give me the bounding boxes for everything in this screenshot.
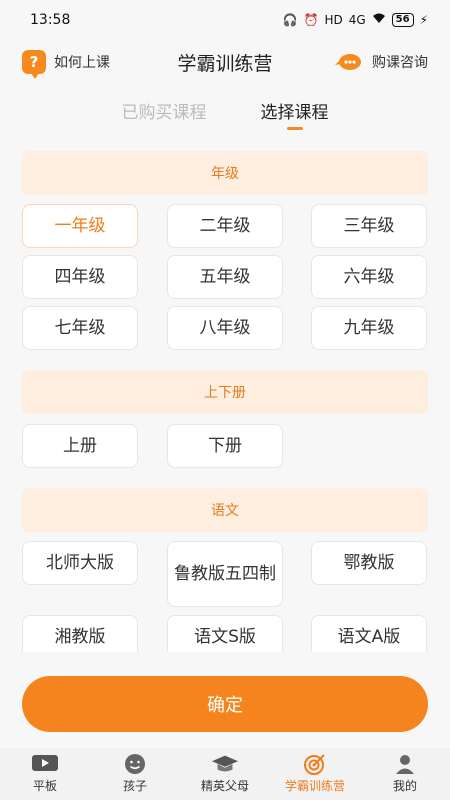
nav-item-tablet[interactable]: 平板	[0, 748, 90, 800]
nav-label: 精英父母	[200, 779, 249, 793]
status-bar: 13:58 🎧 ⏰ HD 4G 56 ⚡	[0, 0, 450, 40]
tab-purchased-label: 已购买课程	[121, 103, 207, 123]
grade-option[interactable]: 八年级	[167, 306, 283, 350]
course-tabs: 已购买课程 选择课程	[0, 94, 450, 134]
grade-option[interactable]: 七年级	[22, 306, 138, 350]
grade-option[interactable]: 九年级	[311, 306, 427, 350]
tab-purchased[interactable]: 已购买课程	[122, 94, 207, 134]
edition-option[interactable]: 语文S版	[167, 615, 283, 652]
network-type: HD	[324, 13, 343, 27]
grade-option[interactable]: 二年级	[167, 204, 283, 248]
alarm-icon: ⏰	[303, 13, 319, 27]
headphone-icon: 🎧	[282, 13, 298, 27]
status-time: 13:58	[30, 12, 71, 28]
edition-option[interactable]: 鄂教版	[311, 541, 427, 585]
charging-icon: ⚡	[419, 13, 428, 27]
volume-section-title: 上下册	[204, 385, 246, 401]
purchase-consult-label: 购课咨询	[372, 55, 428, 71]
signal-label: 4G	[348, 13, 366, 27]
volume-option[interactable]: 上册	[22, 424, 138, 468]
bottom-nav: 平板 孩子 精英父母 学霸训练营 我的	[0, 748, 450, 800]
battery-icon: 56	[391, 13, 414, 27]
nav-item-training-camp[interactable]: 学霸训练营	[270, 748, 360, 800]
volume-section-header: 上下册	[22, 370, 428, 414]
grade-option[interactable]: 三年级	[311, 204, 427, 248]
status-indicators: 🎧 ⏰ HD 4G 56 ⚡	[283, 13, 428, 27]
nav-label: 学霸训练营	[284, 779, 345, 793]
wifi-icon	[372, 13, 386, 27]
nav-item-elite-parents[interactable]: 精英父母	[180, 748, 270, 800]
nav-label: 平板	[32, 779, 57, 793]
edition-option[interactable]: 鲁教版五四制	[167, 541, 283, 607]
tab-select-course[interactable]: 选择课程	[261, 94, 329, 134]
nav-label: 我的	[392, 779, 417, 793]
target-icon	[301, 753, 329, 775]
tab-select-course-label: 选择课程	[260, 103, 329, 123]
play-icon	[31, 753, 59, 775]
chinese-section-title: 语文	[211, 503, 239, 519]
edition-option[interactable]: 北师大版	[22, 541, 138, 585]
volume-option[interactable]: 下册	[167, 424, 283, 468]
grade-option[interactable]: 五年级	[167, 255, 283, 299]
chinese-section-header: 语文	[22, 488, 428, 532]
grade-option[interactable]: 四年级	[22, 255, 138, 299]
nav-item-child[interactable]: 孩子	[90, 748, 180, 800]
app-header: ? 如何上课 学霸训练营 购课咨询	[0, 40, 450, 84]
grade-option[interactable]: 一年级	[22, 204, 138, 248]
course-options-panel[interactable]: 年级 一年级 二年级 三年级 四年级 五年级 六年级 七年级 八年级 九年级 上…	[0, 140, 450, 652]
nav-item-mine[interactable]: 我的	[360, 748, 450, 800]
edition-option[interactable]: 语文A版	[311, 615, 427, 652]
grade-section-title: 年级	[211, 166, 239, 182]
confirm-button[interactable]: 确定	[22, 676, 428, 732]
how-to-class-button[interactable]: ? 如何上课	[22, 50, 110, 79]
how-to-class-label: 如何上课	[54, 55, 110, 71]
chat-icon	[334, 52, 364, 72]
edition-option[interactable]: 湘教版	[22, 615, 138, 652]
tab-active-indicator	[286, 127, 303, 130]
face-icon	[121, 753, 149, 775]
graduation-cap-icon	[211, 753, 239, 775]
grade-section-header: 年级	[22, 151, 428, 195]
grade-option[interactable]: 六年级	[311, 255, 427, 299]
question-icon: ?	[22, 50, 46, 79]
person-icon	[391, 753, 419, 775]
nav-label: 孩子	[122, 779, 147, 793]
purchase-consult-button[interactable]: 购课咨询	[334, 52, 428, 72]
